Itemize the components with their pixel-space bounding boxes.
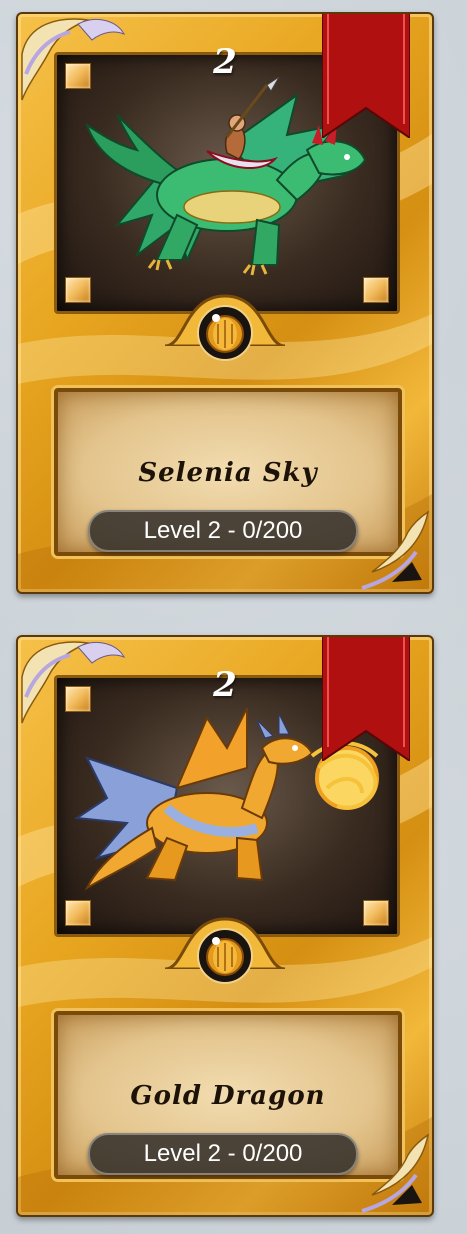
- corner-flourish-bottom-right: [361, 510, 430, 590]
- rank-badge-number: 2: [213, 42, 237, 82]
- gold-coin-icon: [197, 305, 253, 361]
- card-name: Gold Dragon: [130, 1081, 326, 1111]
- card-selenia-sky[interactable]: 2 Selenia Sky Level 2 - 0/200: [16, 12, 434, 594]
- gold-coin-icon: [197, 928, 253, 984]
- card-name: Selenia Sky: [138, 458, 318, 488]
- card-level-progress: Level 2 - 0/200: [88, 1133, 358, 1175]
- card-level-progress: Level 2 - 0/200: [88, 510, 358, 552]
- corner-stud: [363, 900, 389, 926]
- corner-stud: [65, 277, 91, 303]
- corner-stud: [363, 277, 389, 303]
- corner-flourish-bottom-right: [361, 1133, 430, 1213]
- rank-badge-number: 2: [213, 665, 237, 705]
- card-gold-dragon[interactable]: 2 Gold Dragon Level 2 - 0/200: [16, 635, 434, 1217]
- corner-stud: [65, 900, 91, 926]
